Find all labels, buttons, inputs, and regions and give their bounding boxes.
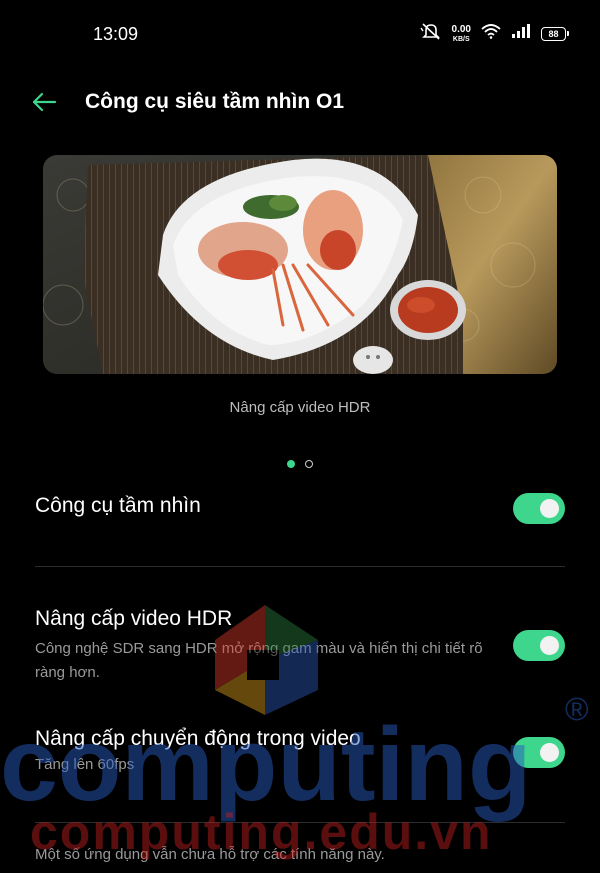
pager-dot-active[interactable]: [287, 460, 295, 468]
setting-hdr-description: Công nghệ SDR sang HDR mở rộng gam màu v…: [35, 640, 483, 681]
status-time: 13:09: [93, 24, 139, 44]
setting-vision-tool[interactable]: Công cụ tầm nhìn: [35, 494, 565, 518]
back-arrow-icon: [31, 92, 57, 117]
toggle-knob: [540, 743, 559, 762]
wifi-icon: [481, 23, 501, 44]
net-speed-indicator: 0.00 KB/S: [451, 23, 471, 43]
page-title: Công cụ siêu tầm nhìn O1: [85, 90, 345, 113]
motion-upgrade-toggle[interactable]: [513, 737, 565, 768]
back-button[interactable]: [28, 88, 60, 120]
banner-caption: Nâng cấp video HDR: [229, 399, 371, 416]
net-speed-value: 0.00: [451, 23, 471, 35]
banner-illustration: [43, 155, 557, 374]
signal-icon: [511, 23, 531, 44]
status-icons: 0.00 KB/S 88: [419, 22, 569, 45]
setting-motion-upgrade[interactable]: Nâng cấp chuyển động trong video Tăng lê…: [35, 727, 565, 777]
mute-icon: [419, 22, 442, 45]
watermark-registered: ®: [565, 691, 589, 727]
setting-hdr-upgrade[interactable]: Nâng cấp video HDR Công nghệ SDR sang HD…: [35, 607, 565, 685]
setting-hdr-title: Nâng cấp video HDR: [35, 607, 233, 630]
feature-banner[interactable]: [43, 155, 557, 374]
setting-vision-tool-title: Công cụ tầm nhìn: [35, 494, 201, 517]
section-divider: [35, 822, 565, 823]
vision-tool-toggle[interactable]: [513, 493, 565, 524]
setting-motion-title: Nâng cấp chuyển động trong video: [35, 727, 361, 750]
banner-pager: [0, 460, 600, 468]
setting-motion-description: Tăng lên 60fps: [35, 756, 135, 773]
pager-dot[interactable]: [305, 460, 313, 468]
hdr-upgrade-toggle[interactable]: [513, 630, 565, 661]
battery-icon: 88: [541, 26, 569, 41]
status-bar: 13:09 0.00 KB/S 88: [0, 0, 600, 68]
section-divider: [35, 566, 565, 567]
toggle-knob: [540, 636, 559, 655]
net-speed-unit: KB/S: [452, 35, 470, 43]
footnote-text: Một số ứng dụng vẫn chưa hỗ trợ các tính…: [35, 846, 385, 863]
app-header: Công cụ siêu tầm nhìn O1: [0, 80, 600, 126]
toggle-knob: [540, 499, 559, 518]
